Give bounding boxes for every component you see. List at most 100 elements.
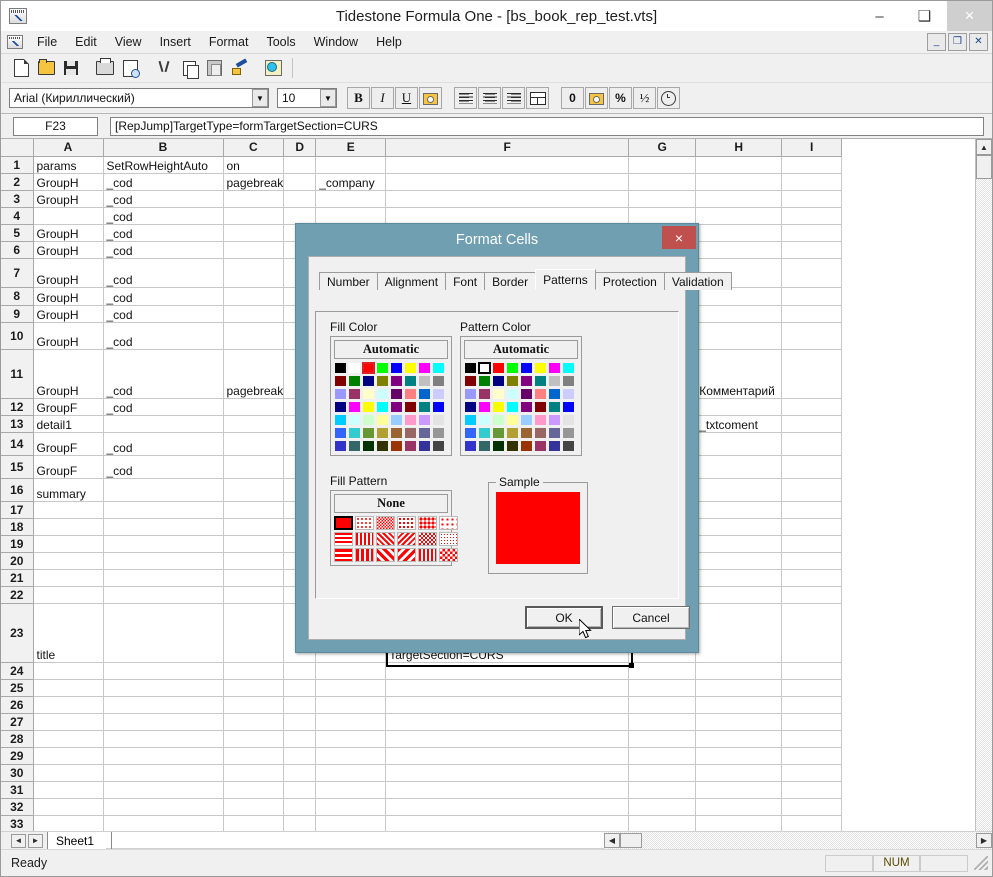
row-header-24[interactable]: 24 xyxy=(1,662,34,680)
fill-pattern-swatch[interactable] xyxy=(376,548,395,562)
cell-C25[interactable] xyxy=(223,679,285,697)
fill-color-automatic-button[interactable]: Automatic xyxy=(334,340,448,359)
color-swatch[interactable] xyxy=(548,427,561,439)
cell-D1[interactable] xyxy=(283,156,317,174)
fill-pattern-swatch[interactable] xyxy=(355,532,374,546)
color-swatch[interactable] xyxy=(562,362,575,374)
copy-button[interactable] xyxy=(177,56,201,80)
row-header-15[interactable]: 15 xyxy=(1,455,34,479)
fill-pattern-swatch[interactable] xyxy=(439,548,458,562)
row-header-9[interactable]: 9 xyxy=(1,305,34,323)
color-swatch[interactable] xyxy=(404,414,417,426)
cell-A4[interactable] xyxy=(33,207,104,225)
color-swatch[interactable] xyxy=(464,388,477,400)
cell-D24[interactable] xyxy=(283,662,317,680)
row-header-23[interactable]: 23 xyxy=(1,603,34,663)
cell-D33[interactable] xyxy=(283,815,317,831)
cell-D28[interactable] xyxy=(283,730,317,748)
cell-B2[interactable]: _cod xyxy=(103,173,224,191)
cell-C20[interactable] xyxy=(223,552,285,570)
color-swatch[interactable] xyxy=(334,427,347,439)
cell-C19[interactable] xyxy=(223,535,285,553)
fill-pattern-palette[interactable]: None xyxy=(330,490,458,566)
cell-I20[interactable] xyxy=(781,552,843,570)
cell-A21[interactable] xyxy=(33,569,104,587)
cell-D2[interactable] xyxy=(283,173,317,191)
cell-C10[interactable] xyxy=(223,322,285,350)
color-swatch[interactable] xyxy=(362,401,375,413)
cell-I8[interactable] xyxy=(781,287,843,306)
cell-H22[interactable] xyxy=(695,586,783,604)
cell-H11[interactable]: Комментарий xyxy=(695,349,783,399)
print-button[interactable] xyxy=(93,56,117,80)
cell-H20[interactable] xyxy=(695,552,783,570)
cell-I23[interactable] xyxy=(781,603,843,663)
cell-C15[interactable] xyxy=(223,455,285,479)
color-swatch[interactable] xyxy=(404,375,417,387)
cell-A6[interactable]: GroupH xyxy=(33,241,104,259)
dialog-tab-font[interactable]: Font xyxy=(445,272,486,290)
column-header-E[interactable]: E xyxy=(315,139,387,157)
color-swatch[interactable] xyxy=(506,440,519,452)
color-swatch[interactable] xyxy=(348,362,361,374)
cell-B1[interactable]: SetRowHeightAuto xyxy=(103,156,224,174)
cell-E27[interactable] xyxy=(315,713,387,731)
fill-pattern-swatch[interactable] xyxy=(418,516,437,530)
color-swatch[interactable] xyxy=(390,427,403,439)
cell-B10[interactable]: _cod xyxy=(103,322,224,350)
new-document-button[interactable] xyxy=(9,56,33,80)
cell-C4[interactable] xyxy=(223,207,285,225)
fill-pattern-swatch[interactable] xyxy=(355,548,374,562)
color-swatch[interactable] xyxy=(548,388,561,400)
cell-B29[interactable] xyxy=(103,747,224,765)
color-swatch[interactable] xyxy=(418,401,431,413)
color-swatch[interactable] xyxy=(418,414,431,426)
dialog-close-button[interactable]: × xyxy=(662,226,696,249)
row-header-19[interactable]: 19 xyxy=(1,535,34,553)
cell-B3[interactable]: _cod xyxy=(103,190,224,208)
table-row[interactable]: 32 xyxy=(1,798,843,816)
color-swatch[interactable] xyxy=(520,440,533,452)
cell-B12[interactable]: _cod xyxy=(103,398,224,416)
row-header-25[interactable]: 25 xyxy=(1,679,34,697)
sheet-tab-sheet1[interactable]: Sheet1 xyxy=(47,832,113,849)
cell-E24[interactable] xyxy=(315,662,387,680)
color-swatch[interactable] xyxy=(418,375,431,387)
scroll-right-button[interactable]: ▶ xyxy=(976,833,992,848)
dialog-tab-protection[interactable]: Protection xyxy=(594,272,665,290)
color-swatch[interactable] xyxy=(432,375,445,387)
color-swatch[interactable] xyxy=(348,401,361,413)
cell-B7[interactable]: _cod xyxy=(103,258,224,288)
color-swatch[interactable] xyxy=(348,414,361,426)
horizontal-scrollbar[interactable]: ◀ ▶ xyxy=(604,832,992,849)
cell-C6[interactable] xyxy=(223,241,285,259)
color-swatch[interactable] xyxy=(404,440,417,452)
color-swatch[interactable] xyxy=(492,388,505,400)
cell-C13[interactable] xyxy=(223,415,285,433)
menu-tools[interactable]: Tools xyxy=(257,33,304,51)
cell-C7[interactable] xyxy=(223,258,285,288)
color-swatch[interactable] xyxy=(464,440,477,452)
cell-B4[interactable]: _cod xyxy=(103,207,224,225)
cell-E30[interactable] xyxy=(315,764,387,782)
table-row[interactable]: 28 xyxy=(1,730,843,748)
cell-A19[interactable] xyxy=(33,535,104,553)
cell-B15[interactable]: _cod xyxy=(103,455,224,479)
color-swatch[interactable] xyxy=(348,427,361,439)
row-header-29[interactable]: 29 xyxy=(1,747,34,765)
cell-C30[interactable] xyxy=(223,764,285,782)
cell-G26[interactable] xyxy=(628,696,697,714)
vertical-scrollbar[interactable]: ▲ xyxy=(975,139,992,831)
color-swatch[interactable] xyxy=(390,388,403,400)
column-header-H[interactable]: H xyxy=(695,139,783,157)
color-swatch[interactable] xyxy=(492,401,505,413)
cell-C9[interactable] xyxy=(223,305,285,323)
cell-I29[interactable] xyxy=(781,747,843,765)
maximize-button[interactable]: ❑ xyxy=(902,1,947,31)
cell-C3[interactable] xyxy=(223,190,285,208)
cell-H17[interactable] xyxy=(695,501,783,519)
menu-insert[interactable]: Insert xyxy=(151,33,200,51)
color-swatch[interactable] xyxy=(534,414,547,426)
table-row[interactable]: 1 params SetRowHeightAuto on xyxy=(1,156,843,174)
cell-I18[interactable] xyxy=(781,518,843,536)
